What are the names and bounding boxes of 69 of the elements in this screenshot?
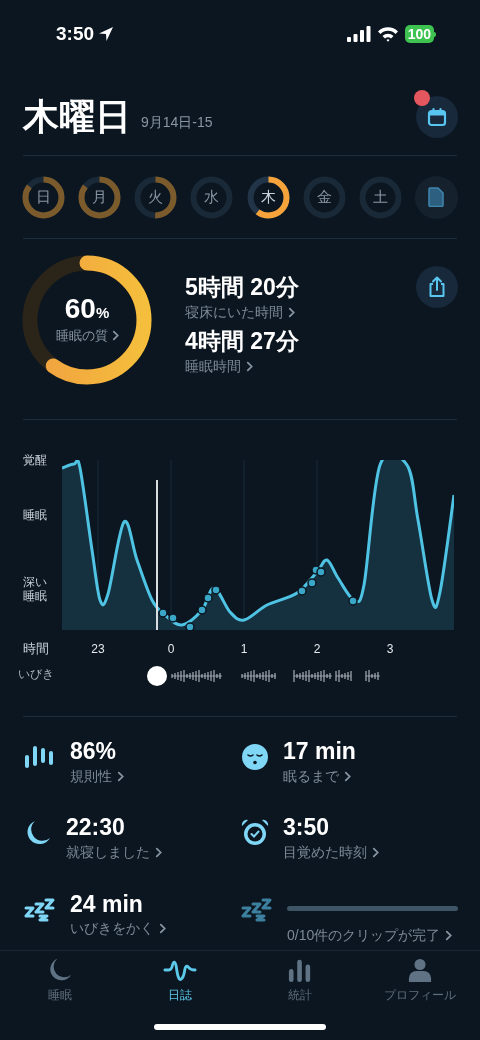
metric-label: 目覚めた時刻 — [283, 843, 367, 862]
bar-chart-icon — [288, 957, 312, 983]
snore-row-label: いびき — [18, 666, 54, 682]
hour-tick: 1 — [239, 642, 249, 656]
day-title: 木曜日 — [23, 98, 131, 135]
chevron-icon — [344, 770, 351, 782]
tab-item[interactable]: 睡眠 — [0, 957, 120, 1014]
share-icon — [427, 276, 447, 298]
hour-tick: 0 — [166, 642, 176, 656]
quality-label: 睡眠の質 — [55, 327, 108, 345]
day-ring-button[interactable]: 日 — [22, 175, 65, 219]
day-ring-button[interactable]: 月 — [78, 175, 122, 219]
chevron-icon — [117, 770, 124, 782]
day-ring-button[interactable]: 土 — [358, 175, 402, 219]
duration-label: 寝床にいた時間 — [185, 302, 283, 322]
metric-value: 24 min — [70, 889, 144, 919]
sleepy-face-icon — [241, 743, 269, 771]
tab-item[interactable]: 日誌 — [120, 957, 240, 1014]
metric-value: 3:50 — [283, 813, 331, 842]
chevron-icon — [288, 306, 295, 318]
location-arrow-icon — [98, 26, 115, 42]
day-ring-button[interactable]: 金 — [302, 175, 346, 219]
sleep-quality-ring[interactable]: 60% 睡眠の質 — [22, 255, 152, 385]
chevron-icon — [372, 847, 379, 858]
metric-value: 86% — [70, 737, 118, 766]
chevron-icon — [155, 847, 162, 858]
stage-label: 睡眠 — [23, 509, 47, 523]
hour-tick: 3 — [385, 642, 395, 656]
stage-label: 深い睡眠 — [23, 576, 47, 604]
duration-value: 5時間 20分 — [185, 273, 300, 302]
moon-icon — [47, 957, 73, 983]
metric-value: 17 min — [283, 737, 357, 766]
stage-label: 覚醒 — [23, 454, 47, 468]
metric-label: 就寝しました — [66, 843, 150, 862]
tab-item[interactable]: プロフィール — [360, 957, 480, 1014]
battery-level: 100 — [404, 25, 434, 43]
playhead-handle[interactable] — [147, 666, 167, 686]
metric-label: 眠るまで — [283, 766, 339, 786]
metric-label: 0/10件のクリップが完了 — [287, 925, 441, 945]
axis-label: 時間 — [23, 640, 49, 658]
quality-percent: 60 — [64, 294, 96, 323]
day-ring-button[interactable]: 水 — [190, 175, 234, 219]
tab-item[interactable]: 統計 — [240, 957, 360, 1014]
alarm-clock-icon — [241, 819, 269, 848]
date-range: 9月14日-15 — [141, 112, 213, 132]
document-icon — [428, 187, 445, 207]
percent-unit: % — [95, 303, 110, 323]
chevron-icon — [246, 360, 253, 372]
hour-tick: 23 — [90, 642, 106, 656]
report-button[interactable] — [415, 175, 458, 219]
metric-value: 22:30 — [66, 813, 126, 842]
bars-icon — [24, 743, 56, 771]
person-icon — [408, 957, 432, 983]
signal-icon — [346, 26, 371, 42]
day-ring-button[interactable]: 火 — [134, 175, 178, 219]
chevron-icon — [159, 923, 166, 935]
status-time: 3:50 — [56, 21, 95, 46]
share-button[interactable] — [416, 266, 458, 308]
day-ring-button[interactable]: 木 — [246, 175, 290, 219]
chevron-icon — [111, 330, 119, 342]
wifi-icon — [376, 26, 399, 42]
duration-label: 睡眠時間 — [185, 356, 241, 376]
chevron-icon — [445, 929, 453, 941]
metric-label: 規則性 — [70, 766, 112, 786]
duration-value: 4時間 27分 — [185, 326, 300, 356]
hour-tick: 2 — [312, 642, 322, 656]
calendar-button[interactable] — [416, 95, 458, 138]
calendar-icon — [427, 106, 447, 127]
metric-label: いびきをかく — [70, 919, 154, 939]
